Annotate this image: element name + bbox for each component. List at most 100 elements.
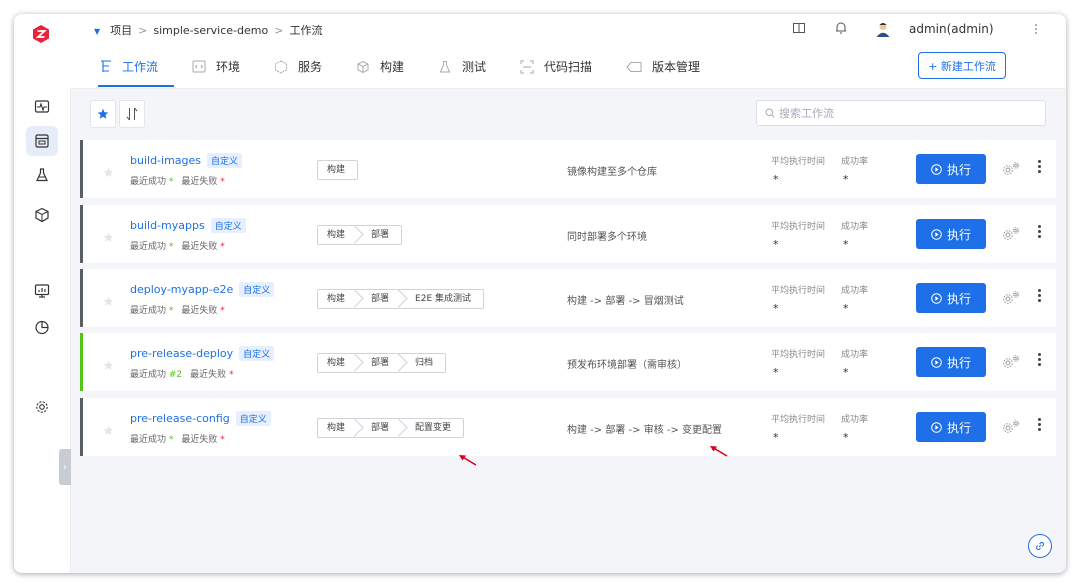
run-button[interactable]: 执行: [916, 219, 986, 249]
workflow-name[interactable]: pre-release-deploy: [130, 347, 233, 360]
favorite-star-icon[interactable]: [103, 163, 114, 182]
top-more-icon[interactable]: [1032, 24, 1040, 34]
breadcrumb-project[interactable]: simple-service-demo: [153, 24, 268, 37]
favorite-star-icon[interactable]: [103, 292, 114, 311]
favorite-star-icon[interactable]: [103, 228, 114, 247]
play-circle-icon: [931, 356, 942, 368]
workflow-description: 同时部署多个环境: [567, 232, 647, 243]
workflow-name[interactable]: build-myapps: [130, 219, 205, 232]
user-menu[interactable]: admin(admin): [874, 20, 994, 38]
stage-pipeline: 构建: [317, 160, 359, 180]
more-options-icon[interactable]: [1035, 160, 1043, 173]
stage-tag: 部署: [357, 354, 401, 372]
play-circle-icon: [931, 292, 942, 304]
recent-success-value[interactable]: #2: [169, 370, 182, 380]
recent-success-value[interactable]: *: [169, 242, 174, 252]
run-button[interactable]: 执行: [916, 412, 986, 442]
settings-gear-icon[interactable]: [1001, 161, 1021, 181]
success-rate-value: *: [843, 366, 849, 379]
stage-tag: 部署: [357, 290, 401, 308]
bell-icon[interactable]: [834, 20, 848, 39]
recent-failure-value[interactable]: *: [220, 306, 225, 316]
workflow-card[interactable]: build-images 自定义 最近成功 * 最近失败 * 构建 镜像构建至多个仓…: [80, 140, 1056, 198]
more-options-icon[interactable]: [1035, 225, 1043, 238]
search-icon: [765, 108, 775, 118]
custom-badge: 自定义: [207, 153, 243, 168]
workflow-description: 镜像构建至多个仓库: [567, 167, 657, 178]
run-button[interactable]: 执行: [916, 283, 986, 313]
monitor-pulse-icon[interactable]: [26, 92, 58, 122]
book-icon[interactable]: [792, 20, 806, 39]
flask-tab-icon: [438, 60, 452, 74]
recent-success-value[interactable]: *: [169, 435, 174, 445]
tab-build[interactable]: 构建: [356, 58, 404, 75]
settings-gear-icon[interactable]: [1001, 354, 1021, 374]
breadcrumb: ▼ 项目 > simple-service-demo > 工作流: [94, 24, 323, 37]
recent-failure-value[interactable]: *: [220, 177, 225, 187]
settings-gear-icon[interactable]: [1001, 419, 1021, 439]
tab-workflow[interactable]: 工作流: [100, 58, 158, 75]
gear-icon[interactable]: [26, 392, 58, 422]
share-link-button[interactable]: [1028, 534, 1052, 558]
tab-test[interactable]: 测试: [438, 58, 486, 75]
favorite-star-icon[interactable]: [103, 356, 114, 375]
pie-chart-icon[interactable]: [26, 312, 58, 342]
recent-success-value[interactable]: *: [169, 306, 174, 316]
custom-badge: 自定义: [235, 411, 271, 426]
favorite-filter-button[interactable]: [90, 100, 116, 128]
flask-icon[interactable]: [26, 160, 58, 190]
caret-down-icon[interactable]: ▼: [94, 27, 100, 36]
dashboard-icon[interactable]: [26, 276, 58, 306]
tab-environment[interactable]: 环境: [192, 58, 240, 75]
recent-failure-value[interactable]: *: [229, 370, 234, 380]
workflow-card[interactable]: pre-release-config 自定义 最近成功 * 最近失败 * 构建 部署 配…: [80, 398, 1056, 456]
breadcrumb-root[interactable]: 项目: [110, 24, 132, 37]
workflow-card[interactable]: build-myapps 自定义 最近成功 * 最近失败 * 构建 部署 同时部署多个…: [80, 205, 1056, 263]
stage-tag: E2E 集成测试: [415, 294, 471, 304]
sort-button[interactable]: [119, 100, 145, 128]
settings-gear-icon[interactable]: [1001, 290, 1021, 310]
more-options-icon[interactable]: [1035, 418, 1043, 431]
tab-bar: 工作流 环境 服务 构建 测试 代码扫描 版本管理 + 新建工作流: [70, 44, 1066, 89]
recent-failure-value[interactable]: *: [220, 242, 225, 252]
avg-time-label: 平均执行时间: [771, 157, 826, 167]
recent-status: 最近成功 * 最近失败 *: [130, 306, 225, 316]
settings-gear-icon[interactable]: [1001, 226, 1021, 246]
workflow-icon[interactable]: [26, 126, 58, 156]
recent-failure-value[interactable]: *: [220, 435, 225, 445]
star-icon: [97, 108, 109, 119]
more-options-icon[interactable]: [1035, 289, 1043, 302]
recent-status: 最近成功 * 最近失败 *: [130, 177, 225, 187]
search-input[interactable]: 搜索工作流: [756, 100, 1046, 126]
avg-time-label: 平均执行时间: [771, 222, 826, 232]
tab-version[interactable]: 版本管理: [626, 58, 700, 75]
more-options-icon[interactable]: [1035, 353, 1043, 366]
expand-rail-button[interactable]: ›: [59, 449, 71, 485]
recent-success-value[interactable]: *: [169, 177, 174, 187]
sort-icon: [126, 107, 138, 121]
new-workflow-button[interactable]: + 新建工作流: [918, 52, 1006, 79]
play-circle-icon: [931, 163, 942, 175]
avg-time-value: *: [773, 173, 779, 186]
stage-tag: 构建: [318, 354, 357, 372]
workflow-name[interactable]: deploy-myapp-e2e: [130, 283, 233, 296]
breadcrumb-current: 工作流: [289, 24, 323, 37]
workflow-card[interactable]: deploy-myapp-e2e 自定义 最近成功 * 最近失败 * 构建 部署 E2E…: [80, 269, 1056, 327]
tab-code-scan[interactable]: 代码扫描: [520, 58, 592, 75]
workflow-name[interactable]: pre-release-config: [130, 412, 230, 425]
tab-service[interactable]: 服务: [274, 58, 322, 75]
package-icon[interactable]: [26, 200, 58, 230]
workflow-tab-icon: [100, 60, 112, 73]
run-button[interactable]: 执行: [916, 347, 986, 377]
workflow-name[interactable]: build-images: [130, 154, 201, 167]
success-rate-label: 成功率: [841, 286, 869, 296]
left-rail: ›: [14, 14, 71, 573]
stage-tag: 构建: [327, 165, 346, 175]
active-tab-indicator: [98, 85, 174, 87]
recent-status: 最近成功 * 最近失败 *: [130, 242, 225, 252]
workflow-card[interactable]: pre-release-deploy 自定义 最近成功 #2 最近失败 * 构建 部署…: [80, 333, 1056, 391]
run-button[interactable]: 执行: [916, 154, 986, 184]
favorite-star-icon[interactable]: [103, 421, 114, 440]
success-rate-value: *: [843, 431, 849, 444]
logo-icon[interactable]: [31, 24, 51, 44]
